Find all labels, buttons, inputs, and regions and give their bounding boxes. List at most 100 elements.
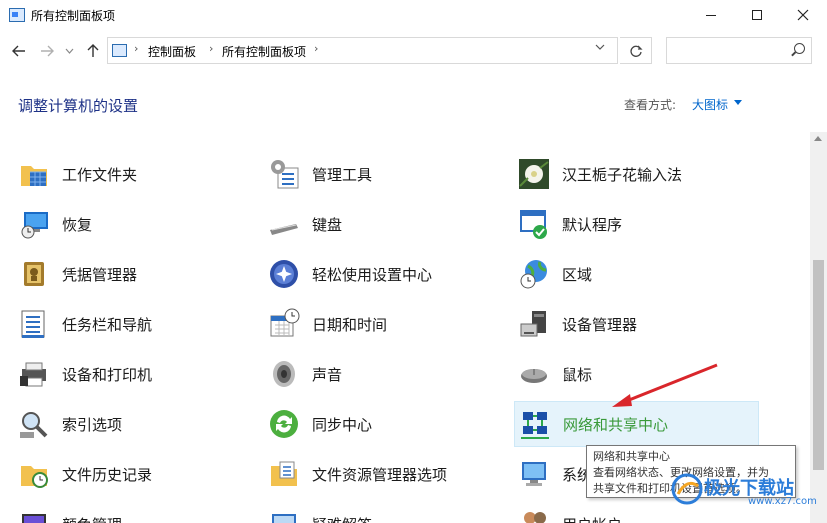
ease-of-access-icon bbox=[268, 258, 300, 290]
item-label: 文件历史记录 bbox=[62, 465, 153, 484]
item-label: 颜色管理 bbox=[62, 514, 122, 523]
keyboard-icon bbox=[268, 208, 300, 240]
file-history-icon bbox=[18, 458, 50, 490]
navigation-bar: › 控制面板 › 所有控制面板项 › bbox=[0, 32, 827, 72]
item-label: 设备和打印机 bbox=[62, 365, 153, 384]
scroll-thumb[interactable] bbox=[813, 260, 824, 470]
item-label: 轻松使用设置中心 bbox=[312, 265, 433, 284]
item-file-explorer-options[interactable]: 文件资源管理器选项 bbox=[268, 453, 447, 495]
item-system[interactable]: 系统 bbox=[518, 453, 592, 495]
caret-down-icon[interactable] bbox=[734, 100, 742, 105]
item-hanwang-ime[interactable]: 汉王栀子花输入法 bbox=[518, 153, 682, 195]
chevron-down-icon bbox=[65, 48, 73, 54]
back-arrow-icon bbox=[12, 45, 25, 57]
item-sound[interactable]: 声音 bbox=[268, 353, 342, 395]
item-label: 设备管理器 bbox=[562, 315, 638, 334]
search-input[interactable] bbox=[666, 37, 812, 64]
item-default-programs[interactable]: 默认程序 bbox=[518, 203, 622, 245]
item-label: 网络和共享中心 bbox=[563, 415, 669, 434]
forward-arrow-icon bbox=[41, 45, 54, 57]
item-indexing-options[interactable]: 索引选项 bbox=[18, 403, 122, 445]
sync-icon bbox=[268, 408, 300, 440]
chevron-right-icon: › bbox=[314, 42, 319, 55]
item-label: 任务栏和导航 bbox=[62, 315, 153, 334]
item-work-folders[interactable]: 工作文件夹 bbox=[18, 153, 137, 195]
item-label: 键盘 bbox=[312, 215, 343, 234]
recovery-icon bbox=[18, 208, 50, 240]
item-keyboard[interactable]: 键盘 bbox=[268, 203, 342, 245]
item-user-accounts[interactable]: 用户帐户 bbox=[518, 503, 622, 523]
chevron-right-icon: › bbox=[134, 42, 139, 55]
item-label: 默认程序 bbox=[562, 215, 623, 234]
item-file-history[interactable]: 文件历史记录 bbox=[18, 453, 152, 495]
item-credential-manager[interactable]: 凭据管理器 bbox=[18, 253, 137, 295]
forward-button[interactable] bbox=[36, 40, 58, 62]
item-label: 凭据管理器 bbox=[62, 265, 138, 284]
item-label: 用户帐户 bbox=[562, 514, 622, 523]
item-label: 疑难解答 bbox=[312, 514, 372, 523]
admin-tools-icon bbox=[268, 158, 300, 190]
credential-manager-icon bbox=[18, 258, 50, 290]
minimize-button[interactable] bbox=[688, 0, 734, 30]
device-manager-icon bbox=[518, 308, 550, 340]
item-sync-center[interactable]: 同步中心 bbox=[268, 403, 372, 445]
item-label: 鼠标 bbox=[562, 365, 593, 384]
color-management-icon bbox=[18, 508, 50, 523]
item-label: 同步中心 bbox=[312, 415, 373, 434]
close-icon bbox=[797, 9, 809, 21]
item-ease-of-access[interactable]: 轻松使用设置中心 bbox=[268, 253, 432, 295]
chevron-right-icon: › bbox=[209, 42, 214, 55]
item-label: 文件资源管理器选项 bbox=[312, 465, 448, 484]
vertical-scrollbar[interactable] bbox=[810, 132, 827, 523]
control-panel-icon bbox=[112, 44, 127, 57]
item-color-management[interactable]: 颜色管理 bbox=[18, 503, 122, 523]
watermark-url: www.xz7.com bbox=[748, 496, 817, 507]
item-troubleshooting[interactable]: 疑难解答 bbox=[268, 503, 372, 523]
folder-options-icon bbox=[268, 458, 300, 490]
breadcrumb-all-items[interactable]: 所有控制面板项 bbox=[222, 43, 306, 60]
up-arrow-icon bbox=[87, 44, 99, 57]
address-bar[interactable]: › 控制面板 › 所有控制面板项 › bbox=[107, 37, 618, 64]
item-taskbar-navigation[interactable]: 任务栏和导航 bbox=[18, 303, 152, 345]
item-admin-tools[interactable]: 管理工具 bbox=[268, 153, 372, 195]
minimize-icon bbox=[706, 14, 716, 16]
close-button[interactable] bbox=[780, 0, 826, 30]
back-button[interactable] bbox=[8, 40, 30, 62]
item-region[interactable]: 区域 bbox=[518, 253, 592, 295]
taskbar-icon bbox=[18, 308, 50, 340]
maximize-icon bbox=[752, 10, 762, 20]
search-icon bbox=[794, 43, 805, 54]
indexing-icon bbox=[18, 408, 50, 440]
item-mouse[interactable]: 鼠标 bbox=[518, 353, 592, 395]
gardenia-flower-icon bbox=[518, 158, 550, 190]
item-label: 索引选项 bbox=[62, 415, 123, 434]
troubleshooting-icon bbox=[268, 508, 300, 523]
up-button[interactable] bbox=[82, 40, 104, 62]
user-accounts-icon bbox=[518, 508, 550, 523]
recent-locations-button[interactable] bbox=[58, 40, 80, 62]
item-device-manager[interactable]: 设备管理器 bbox=[518, 303, 637, 345]
view-by-label: 查看方式: bbox=[624, 98, 677, 112]
view-by-dropdown[interactable]: 大图标 bbox=[692, 96, 728, 113]
system-icon bbox=[518, 458, 550, 490]
address-dropdown-icon[interactable] bbox=[595, 42, 605, 53]
breadcrumb-control-panel[interactable]: 控制面板 bbox=[148, 43, 196, 60]
maximize-button[interactable] bbox=[734, 0, 780, 30]
watermark-logo-icon bbox=[671, 473, 703, 505]
page-title: 调整计算机的设置 bbox=[18, 97, 139, 115]
calendar-clock-icon bbox=[268, 308, 300, 340]
item-recovery[interactable]: 恢复 bbox=[18, 203, 92, 245]
watermark: 极光下载站 www.xz7.com bbox=[664, 470, 824, 510]
refresh-button[interactable] bbox=[620, 37, 652, 64]
default-programs-icon bbox=[518, 208, 550, 240]
item-devices-printers[interactable]: 设备和打印机 bbox=[18, 353, 152, 395]
item-date-time[interactable]: 日期和时间 bbox=[268, 303, 387, 345]
item-label: 管理工具 bbox=[312, 165, 373, 184]
scroll-up-icon[interactable] bbox=[814, 136, 822, 141]
item-label: 恢复 bbox=[62, 215, 93, 234]
control-panel-icon bbox=[9, 8, 25, 22]
partial-item-icon bbox=[522, 132, 554, 136]
mouse-icon bbox=[518, 358, 550, 390]
item-label: 区域 bbox=[562, 265, 593, 284]
annotation-arrow-icon bbox=[612, 363, 718, 407]
